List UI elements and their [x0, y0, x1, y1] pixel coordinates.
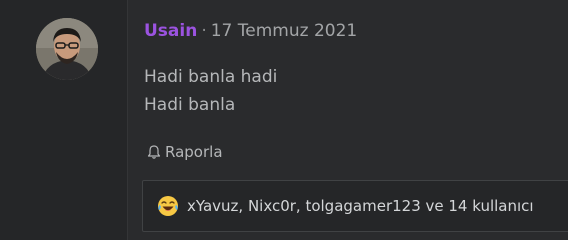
bell-icon	[147, 145, 161, 159]
post-meta: Usain · 17 Temmuz 2021	[144, 21, 357, 41]
post-container: Usain · 17 Temmuz 2021 Hadi banla hadi Had…	[0, 0, 568, 240]
post-text-line: Hadi banla	[144, 95, 236, 115]
report-label: Raporla	[165, 143, 223, 161]
reactions-bar[interactable]: xYavuz, Nixc0r, tolgagamer123 ve 14 kull…	[142, 180, 568, 232]
avatar-image	[36, 18, 98, 80]
post-date[interactable]: 17 Temmuz 2021	[211, 21, 357, 41]
post-content: Usain · 17 Temmuz 2021 Hadi banla hadi Had…	[128, 0, 568, 240]
user-column	[0, 0, 128, 240]
meta-separator: ·	[201, 21, 207, 41]
report-button[interactable]: Raporla	[146, 143, 223, 161]
author-link[interactable]: Usain	[144, 21, 197, 41]
reactions-list: xYavuz, Nixc0r, tolgagamer123 ve 14 kull…	[187, 197, 534, 215]
avatar[interactable]	[36, 18, 98, 80]
post-text-line: Hadi banla hadi	[144, 67, 278, 87]
laughing-crying-emoji-icon	[158, 196, 178, 216]
